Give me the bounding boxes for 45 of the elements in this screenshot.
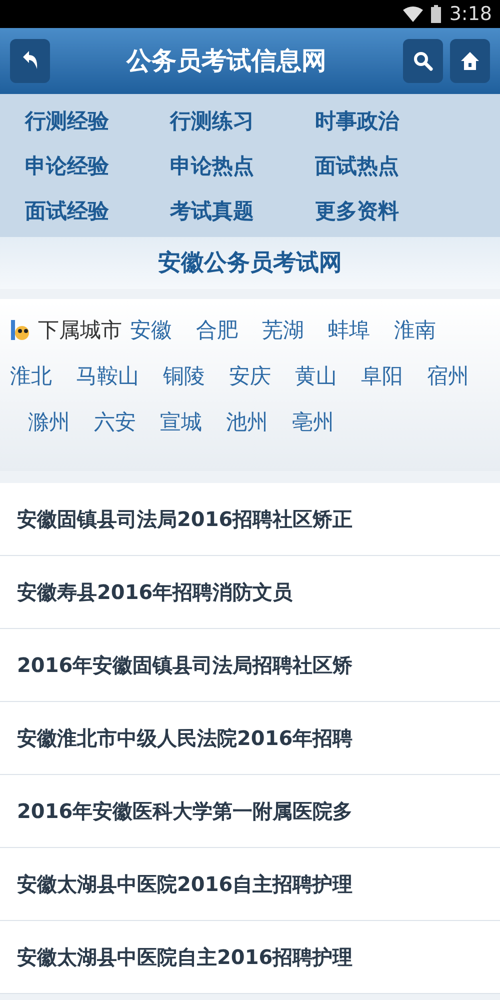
city-link[interactable]: 合肥 [196, 311, 238, 349]
city-link[interactable]: 滁州 [28, 403, 70, 441]
city-link[interactable]: 阜阳 [361, 357, 403, 395]
city-link[interactable]: 铜陵 [163, 357, 205, 395]
back-arrow-icon [21, 51, 39, 71]
city-link[interactable]: 安庆 [229, 357, 271, 395]
city-link[interactable]: 马鞍山 [76, 357, 139, 395]
article-item[interactable]: 2016年安徽固镇县司法局招聘社区矫 [0, 629, 500, 702]
city-link[interactable]: 亳州 [292, 403, 334, 441]
nav-link[interactable]: 行测练习 [170, 102, 315, 141]
nav-link[interactable]: 时事政治 [315, 102, 475, 141]
window-title: 公务员考试信息网 [125, 45, 328, 78]
nav-link[interactable]: 考试真题 [170, 192, 315, 231]
nav-link[interactable]: 申论热点 [170, 147, 315, 186]
article-item[interactable]: 安徽太湖县中医院2016自主招聘护理 [0, 848, 500, 921]
city-link[interactable]: 安徽 [130, 311, 172, 349]
back-button[interactable] [10, 39, 50, 83]
article-item[interactable]: 安徽寿县2016年招聘消防文员 [0, 556, 500, 629]
cities-label: 下属城市 [38, 317, 122, 344]
nav-link[interactable]: 行测经验 [25, 102, 170, 141]
search-button[interactable] [403, 39, 443, 83]
nav-link[interactable]: 面试热点 [315, 147, 475, 186]
city-link[interactable]: 宣城 [160, 403, 202, 441]
nav-link[interactable]: 申论经验 [25, 147, 170, 186]
city-link[interactable]: 蚌埠 [328, 311, 370, 349]
city-link[interactable]: 淮北 [10, 357, 52, 395]
city-link[interactable]: 黄山 [295, 357, 337, 395]
city-link[interactable]: 淮南 [394, 311, 436, 349]
city-link[interactable]: 六安 [94, 403, 136, 441]
clock: 3:18 [449, 2, 492, 27]
wifi-icon [403, 6, 424, 22]
article-item[interactable]: 安徽太湖县中医院自主2016招聘护理 [0, 921, 500, 994]
article-item[interactable]: 安徽固镇县司法局2016招聘社区矫正 [0, 483, 500, 556]
city-link[interactable]: 宿州 [427, 357, 469, 395]
article-item[interactable]: 2016年安徽医科大学第一附属医院多 [0, 775, 500, 848]
home-icon [460, 51, 480, 71]
home-button[interactable] [450, 39, 490, 83]
article-item[interactable]: 安徽淮北市中级人民法院2016年招聘 [0, 702, 500, 775]
nav-link[interactable]: 面试经验 [25, 192, 170, 231]
city-link[interactable]: 芜湖 [262, 311, 304, 349]
battery-icon [431, 5, 442, 23]
city-link[interactable]: 池州 [226, 403, 268, 441]
section-title: 安徽公务员考试网 [0, 237, 500, 289]
search-icon [413, 51, 433, 71]
nav-link[interactable]: 更多资料 [315, 192, 475, 231]
